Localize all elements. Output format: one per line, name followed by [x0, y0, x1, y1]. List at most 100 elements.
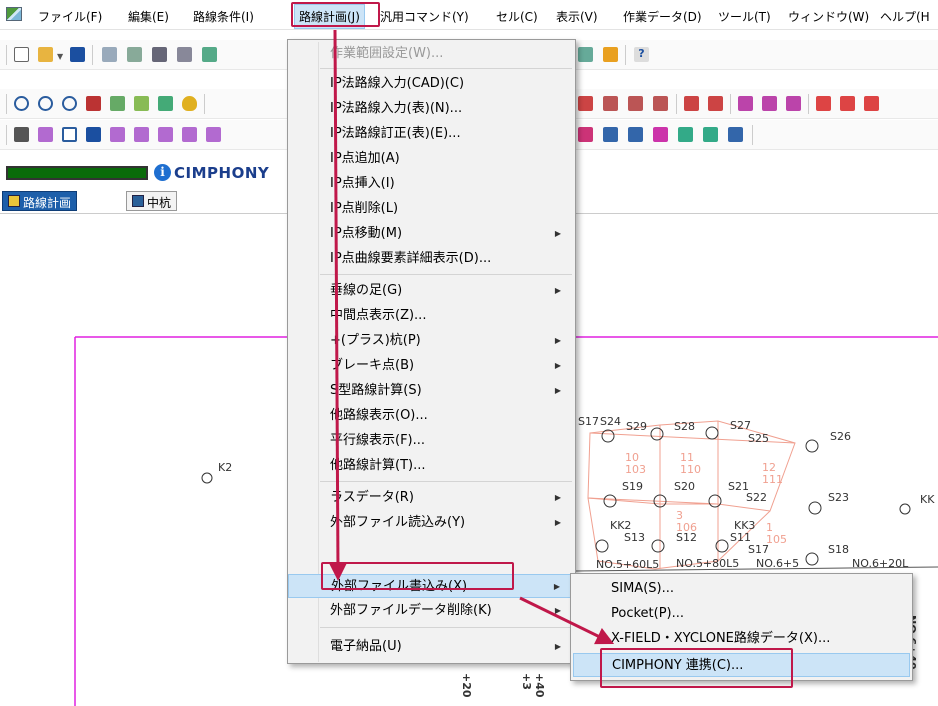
menu-general-commands[interactable]: 汎用コマンド(Y) [380, 8, 469, 25]
route-j-icon[interactable] [840, 96, 855, 111]
zoom-icon[interactable] [38, 96, 53, 111]
point-label: S19 [622, 480, 643, 493]
menu-cell[interactable]: セル(C) [496, 8, 538, 25]
tab-route-plan[interactable]: 路線計画 [2, 191, 78, 211]
menu-item-ip-input-table[interactable]: IP法路線入力(表)(N)... [288, 97, 575, 121]
point-label: KK [920, 493, 935, 506]
ip-a-icon[interactable] [38, 127, 53, 142]
cim-icon[interactable] [728, 127, 743, 142]
menu-view[interactable]: 表示(V) [556, 8, 598, 25]
sim-b-icon[interactable] [603, 127, 618, 142]
menu-item-label: 外部ファイル読込み(Y) [330, 515, 466, 530]
help-pointer-icon[interactable]: ? [634, 47, 649, 62]
cimphony-logo: CIMPHONY [174, 164, 270, 182]
submenu-arrow-icon: ▶ [554, 336, 561, 345]
menu-item-ip-correct-table[interactable]: IP法路線訂正(表)(E)... [288, 122, 575, 146]
menu-item-other-route-show[interactable]: 他路線表示(O)... [288, 404, 575, 428]
pan-icon[interactable] [86, 96, 101, 111]
route-plan-tab-icon [8, 195, 20, 207]
station-label: NO.5+60L5 [596, 558, 659, 571]
point-label: S20 [674, 480, 695, 493]
menu-item-ext-write[interactable]: 外部ファイル書込み(X) ▶ [288, 574, 575, 598]
new-file-icon[interactable] [14, 47, 29, 62]
menu-work-data[interactable]: 作業データ(D) [623, 8, 702, 25]
route-b-icon[interactable] [628, 96, 643, 111]
submenu-item-cimphony[interactable]: CIMPHONY 連携(C)... [573, 653, 910, 677]
menu-item-s-curve[interactable]: S型路線計算(S) ▶ [288, 379, 575, 403]
ip-d-icon[interactable] [158, 127, 173, 142]
grid-icon[interactable] [578, 96, 593, 111]
menu-item-ip-curve-detail[interactable]: IP点曲線要素詳細表示(D)... [288, 247, 575, 271]
info-icon[interactable]: i [154, 164, 171, 181]
app-window: ファイル(F) 編集(E) 路線条件(I) 路線計画(J) 汎用コマンド(Y) … [0, 0, 938, 706]
menu-route-plan[interactable]: 路線計画(J) [294, 4, 365, 29]
menu-item-ip-insert[interactable]: IP点挿入(I) [288, 172, 575, 196]
submenu-item-pocket[interactable]: Pocket(P)... [573, 602, 910, 626]
fit-icon[interactable] [110, 96, 125, 111]
menu-item-parallel-line[interactable]: 平行線表示(F)... [288, 429, 575, 453]
route-f-icon[interactable] [738, 96, 753, 111]
route-k-icon[interactable] [864, 96, 879, 111]
tool-b-icon[interactable] [603, 47, 618, 62]
layer-icon[interactable] [14, 127, 29, 142]
route-i-icon[interactable] [816, 96, 831, 111]
route-c-icon[interactable] [653, 96, 668, 111]
layout-icon[interactable] [177, 47, 192, 62]
open-folder-icon[interactable] [38, 47, 53, 62]
submenu-arrow-icon: ▶ [554, 518, 561, 527]
ip-c-icon[interactable] [134, 127, 149, 142]
print-setup-icon[interactable] [127, 47, 142, 62]
menu-help[interactable]: ヘルプ(H [880, 8, 930, 25]
menu-item-midpoint[interactable]: 中間点表示(Z)... [288, 304, 575, 328]
xfield-icon[interactable] [678, 127, 693, 142]
submenu-item-xfield[interactable]: X-FIELD・XYCLONE路線データ(X)... [573, 627, 910, 651]
menu-item-break-point[interactable]: ブレーキ点(B) ▶ [288, 354, 575, 378]
ip-e-icon[interactable] [182, 127, 197, 142]
menu-edit[interactable]: 編集(E) [128, 8, 169, 25]
print-icon[interactable] [152, 47, 167, 62]
menu-item-las-data[interactable]: ラスデータ(R) ▶ [288, 486, 575, 510]
zoom-in-icon[interactable] [14, 96, 29, 111]
menu-item-ip-move[interactable]: IP点移動(M) ▶ [288, 222, 575, 246]
menu-window[interactable]: ウィンドウ(W) [788, 8, 869, 25]
zoom-window-icon[interactable] [134, 96, 149, 111]
tab-center-stake[interactable]: 中杭 [126, 191, 178, 211]
submenu-item-sima[interactable]: SIMA(S)... [573, 577, 910, 601]
menu-item-e-delivery[interactable]: 電子納品(U) ▶ [288, 635, 575, 659]
tool-a-icon[interactable] [578, 47, 593, 62]
menu-item-plus-stake[interactable]: +(プラス)杭(P) ▶ [288, 329, 575, 353]
menu-file[interactable]: ファイル(F) [38, 8, 102, 25]
menu-item-ip-delete[interactable]: IP点削除(L) [288, 197, 575, 221]
menu-item-ip-add[interactable]: IP点追加(A) [288, 147, 575, 171]
menu-item-ext-delete[interactable]: 外部ファイルデータ削除(K) ▶ [288, 599, 575, 623]
route-h-icon[interactable] [786, 96, 801, 111]
print-preview-icon[interactable] [102, 47, 117, 62]
menu-item-work-range[interactable]: 作業範囲設定(W)... [288, 42, 575, 66]
xyclone-icon[interactable] [703, 127, 718, 142]
pocket-icon[interactable] [653, 127, 668, 142]
menu-item-perpendicular[interactable]: 垂線の足(G) ▶ [288, 279, 575, 303]
menu-item-other-route-calc[interactable]: 他路線計算(T)... [288, 454, 575, 478]
menu-item-label: S型路線計算(S) [330, 383, 422, 398]
menu-item-ext-read[interactable]: 外部ファイル読込み(Y) ▶ [288, 511, 575, 535]
ip-b-icon[interactable] [110, 127, 125, 142]
rectangle-icon[interactable] [62, 127, 77, 142]
sim-a-icon[interactable] [578, 127, 593, 142]
ip-f-icon[interactable] [206, 127, 221, 142]
menu-route-conditions[interactable]: 路線条件(I) [193, 8, 254, 25]
save-icon[interactable] [70, 47, 85, 62]
sim-c-icon[interactable] [628, 127, 643, 142]
zoom-area-icon[interactable] [158, 96, 173, 111]
menu-item-ip-input-cad[interactable]: IP法路線入力(CAD)(C) [288, 72, 575, 96]
route-g-icon[interactable] [762, 96, 777, 111]
route-d-icon[interactable] [684, 96, 699, 111]
lightbulb-icon[interactable] [182, 96, 197, 111]
submenu-arrow-icon: ▶ [554, 229, 561, 238]
export-icon[interactable] [202, 47, 217, 62]
chevron-down-icon[interactable]: ▼ [57, 52, 63, 61]
route-e-icon[interactable] [708, 96, 723, 111]
menu-tools[interactable]: ツール(T) [718, 8, 771, 25]
eraser-icon[interactable] [86, 127, 101, 142]
zoom-out-icon[interactable] [62, 96, 77, 111]
route-a-icon[interactable] [603, 96, 618, 111]
